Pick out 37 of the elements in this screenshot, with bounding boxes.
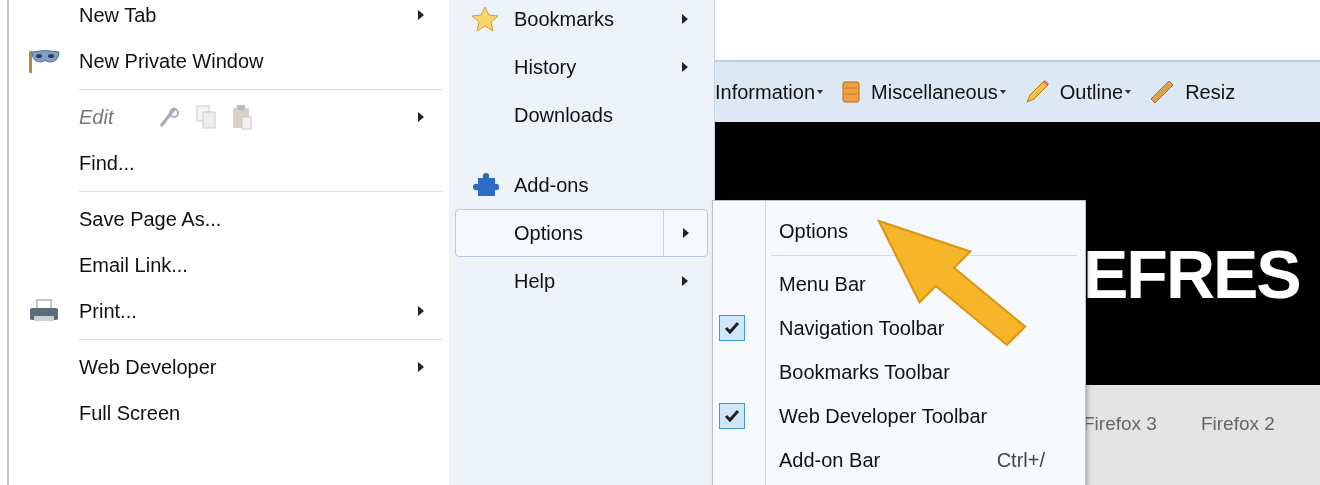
menu-item[interactable]: New Tab [79,3,157,27]
menu-item[interactable]: Web Developer Toolbar [779,404,988,428]
menu-item[interactable]: Menu Bar [779,272,866,296]
menu-item[interactable]: Find... [79,151,135,175]
menu-item[interactable]: Add-on Bar [779,448,881,472]
menu-item[interactable]: Add-ons [514,173,589,197]
star-icon [470,5,500,33]
menu-item[interactable]: Email Link... [79,253,188,277]
menu-item[interactable]: History [514,55,577,79]
menu-item[interactable]: Downloads [514,103,613,127]
toolbar-menu[interactable]: Outline [1059,80,1132,104]
ruler-icon [1149,79,1176,105]
menu-item[interactable]: Bookmarks Toolbar [779,360,950,384]
tab[interactable]: Firefox 2 [1200,413,1275,435]
selected-menu-item[interactable]: Options [455,209,708,257]
menu-item[interactable]: New Private Window [79,49,264,73]
menu-item[interactable]: Navigation Toolbar [779,316,945,340]
puzzle-icon [470,172,500,198]
menu-item: Edit [79,105,114,129]
menu-item[interactable]: Save Page As... [79,207,222,231]
menu-item[interactable]: Print... [79,299,137,323]
toolbar-menu[interactable]: Miscellaneous [871,80,1006,104]
box-icon [841,80,862,104]
menu-item[interactable]: Bookmarks [514,7,615,31]
printer-icon [28,298,60,324]
menu-item[interactable]: Web Developer [79,355,217,379]
shortcut-text: Ctrl+/ [996,448,1045,472]
mask-icon [27,48,61,74]
menu-item[interactable]: Full Screen [79,401,181,425]
toolbar-menu[interactable]: Information [715,80,824,104]
paste-icon [231,104,254,130]
banner-text: EFRES [1083,239,1300,308]
pencil-icon [1023,79,1050,105]
toolbar-menu[interactable]: Resiz [1185,80,1236,104]
copy-icon [195,104,218,130]
menu-item[interactable]: Options [779,219,848,243]
menu-item[interactable]: Help [514,269,556,293]
